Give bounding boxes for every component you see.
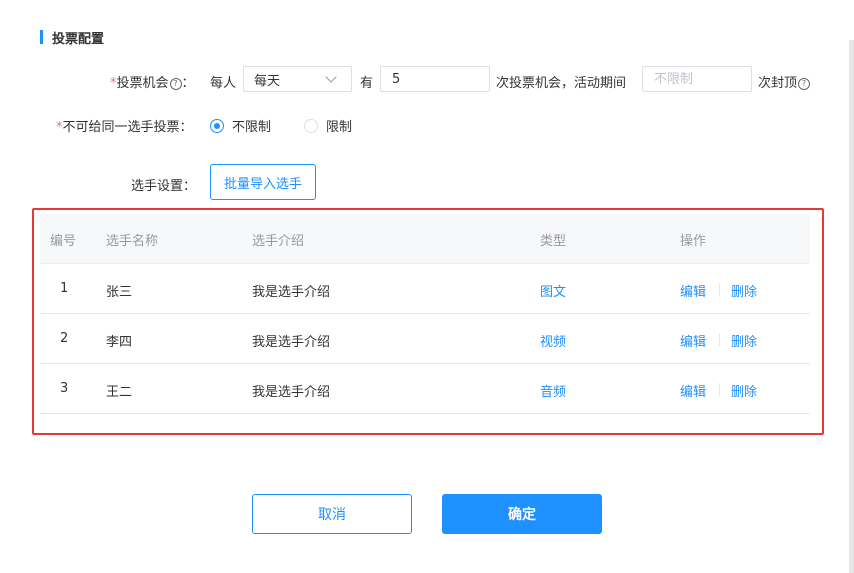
row-2-delete-link[interactable]: 删除: [731, 331, 757, 350]
row-1-edit-link[interactable]: 编辑: [680, 281, 706, 300]
same-player-label: *不可给同一选手投票：: [56, 116, 193, 135]
confirm-button[interactable]: 确定: [442, 494, 602, 534]
row-2-intro: 我是选手介绍: [252, 335, 331, 350]
bulk-import-button[interactable]: 批量导入选手: [210, 164, 316, 200]
section-accent-bar: [40, 30, 43, 44]
row-2-edit-link[interactable]: 编辑: [680, 331, 706, 350]
vote-cap-input[interactable]: [642, 66, 752, 92]
row-3-edit-link[interactable]: 编辑: [680, 381, 706, 400]
help-icon[interactable]: ?: [798, 78, 811, 90]
section-header: 投票配置: [40, 28, 105, 47]
row-2-id: 2: [60, 331, 69, 346]
column-header-intro: 选手介绍: [252, 234, 305, 249]
per-person-text: 每人: [210, 76, 237, 91]
vote-chance-label-text: 投票机会: [116, 76, 169, 91]
row-divider: [40, 363, 810, 364]
vertical-scrollbar[interactable]: [849, 40, 854, 573]
radio-label-limited: 限制: [326, 120, 353, 135]
row-divider: [40, 413, 810, 414]
row-divider: [40, 313, 810, 314]
player-settings-label: 选手设置：: [131, 179, 197, 194]
column-header-actions: 操作: [680, 234, 707, 249]
period-select[interactable]: 每天: [243, 66, 352, 92]
row-3-delete-link[interactable]: 删除: [731, 381, 757, 400]
column-header-id: 编号: [50, 234, 77, 249]
action-separator: [719, 383, 720, 396]
row-1-delete-link[interactable]: 删除: [731, 281, 757, 300]
row-3-name: 王二: [106, 385, 133, 400]
period-select-value: 每天: [254, 73, 281, 89]
same-player-label-text: 不可给同一选手投票：: [62, 120, 193, 135]
row-2-name: 李四: [106, 335, 133, 350]
action-separator: [719, 333, 720, 346]
column-header-name: 选手名称: [106, 234, 159, 249]
column-header-type: 类型: [540, 234, 567, 249]
cap-suffix: 次封顶?: [758, 72, 811, 91]
chevron-down-icon: [325, 71, 337, 83]
label-colon: ：: [181, 76, 195, 91]
row-3-type-link[interactable]: 音频: [540, 381, 566, 400]
times-text: 次投票机会，活动期间: [496, 76, 627, 91]
radio-unchecked-icon: [304, 118, 318, 133]
row-2-type-link[interactable]: 视频: [540, 331, 566, 350]
cancel-button[interactable]: 取消: [252, 494, 412, 534]
row-3-id: 3: [60, 381, 69, 396]
row-1-intro: 我是选手介绍: [252, 285, 331, 300]
vote-count-input[interactable]: [380, 66, 490, 92]
radio-option-unlimited[interactable]: 不限制: [210, 116, 271, 135]
row-1-id: 1: [60, 281, 69, 296]
section-title: 投票配置: [52, 31, 105, 47]
help-icon[interactable]: ?: [169, 78, 182, 90]
row-1-name: 张三: [106, 285, 133, 300]
row-3-intro: 我是选手介绍: [252, 385, 331, 400]
cap-suffix-text: 次封顶: [758, 76, 798, 91]
vote-chance-label: *投票机会?：: [110, 72, 195, 91]
have-text: 有: [360, 76, 374, 91]
action-separator: [719, 283, 720, 296]
radio-checked-icon: [210, 118, 224, 133]
row-1-type-link[interactable]: 图文: [540, 281, 566, 300]
radio-label-unlimited: 不限制: [232, 120, 272, 135]
radio-option-limited[interactable]: 限制: [304, 116, 352, 135]
